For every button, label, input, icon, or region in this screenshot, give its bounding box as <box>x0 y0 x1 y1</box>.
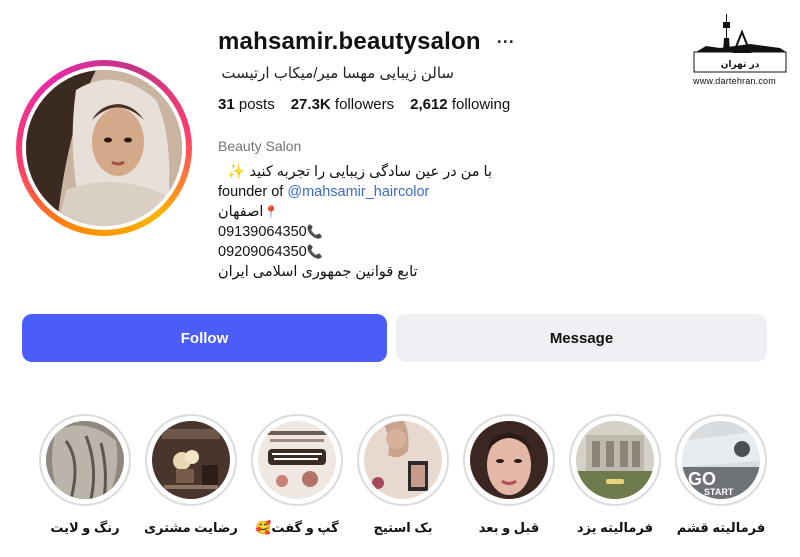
highlight-customer-satisfaction[interactable]: رضایت مشتری <box>143 414 239 536</box>
posts-count: 31 <box>218 96 235 113</box>
following-stat[interactable]: 2,612 following <box>410 96 510 113</box>
posts-label: posts <box>238 96 275 113</box>
bio-city: اصفهان <box>218 204 264 220</box>
bio-founder-text: founder of <box>218 184 284 200</box>
svg-text:GO: GO <box>688 469 716 489</box>
profile-full-name: سالن زیبایی مهسا میر/میکاب ارتیست <box>221 65 454 82</box>
highlight-ring <box>145 414 237 506</box>
highlight-cover <box>576 421 654 499</box>
highlight-cover <box>152 421 230 499</box>
highlight-cover <box>364 421 442 499</box>
followers-label: followers <box>334 96 395 113</box>
message-button[interactable]: Message <box>396 314 767 362</box>
highlight-formal-yazd[interactable]: فرمالیته یزد <box>567 414 663 536</box>
mention-link[interactable]: @mahsamir_haircolor <box>287 184 429 200</box>
avatar[interactable] <box>26 70 182 226</box>
highlight-ring <box>251 414 343 506</box>
username-row: mahsamir.beautysalon ··· <box>218 28 515 56</box>
profile-avatar-ring[interactable] <box>16 60 192 236</box>
highlight-ring <box>357 414 449 506</box>
highlight-ring: GO START <box>675 414 767 506</box>
profile-bio: با من در عین سادگی زیبایی را تجربه کنید … <box>218 162 498 282</box>
phone-icon: 📞 <box>306 244 323 259</box>
logo-text: در تهران <box>721 60 760 70</box>
highlight-chat[interactable]: گپ و گفت🥰 <box>249 414 345 536</box>
highlight-cover <box>258 421 336 499</box>
highlight-label: فرمالیته یزد <box>576 520 654 535</box>
sparkles-icon: ✨ <box>227 164 246 180</box>
highlight-ring <box>463 414 555 506</box>
location-pin-icon: 📍 <box>263 205 279 219</box>
avatar-frame <box>22 66 186 230</box>
bio-line-6: تابع قوانین جمهوری اسلامی ایران <box>218 262 498 282</box>
bio-phone-2: 09209064350 <box>218 244 307 260</box>
highlight-label: رضایت مشتری <box>144 520 238 535</box>
phone-icon: 📞 <box>306 224 323 239</box>
followers-count: 27.3K <box>290 96 331 113</box>
followers-stat[interactable]: 27.3K followers <box>291 96 394 113</box>
profile-stats: 31 posts 27.3K followers 2,612 following <box>218 96 510 113</box>
following-count: 2,612 <box>410 96 448 113</box>
bio-line-1: با من در عین سادگی زیبایی را تجربه کنید … <box>218 162 492 182</box>
bio-legal-note: تابع قوانین جمهوری اسلامی ایران <box>218 264 418 280</box>
highlight-backstage[interactable]: بک استیج <box>355 414 451 536</box>
highlight-before-after[interactable]: قبل و بعد <box>461 414 557 536</box>
highlight-ring <box>569 414 661 506</box>
highlight-cover: GO START <box>682 421 760 499</box>
bio-line-2: founder of @mahsamir_haircolor <box>218 182 498 202</box>
highlight-cover <box>46 421 124 499</box>
bio-phone-1: 09139064350 <box>218 224 307 240</box>
highlight-label: رنگ و لایت <box>50 520 120 535</box>
highlight-ring <box>39 414 131 506</box>
highlight-formal-qeshm[interactable]: GO START فرمالیته قشم <box>673 414 769 536</box>
bio-line-5: 09209064350📞 <box>218 242 498 262</box>
bio-line-3: اصفهان📍 <box>218 202 498 222</box>
profile-category: Beauty Salon <box>218 138 302 154</box>
highlight-hair-color[interactable]: رنگ و لایت <box>37 414 133 536</box>
following-label: following <box>451 96 511 113</box>
avatar-photo-illustration <box>26 70 182 226</box>
highlight-label: قبل و بعد <box>478 520 540 535</box>
bio-line-4: 09139064350📞 <box>218 222 498 242</box>
highlight-label: گپ و گفت🥰 <box>255 520 339 535</box>
follow-button[interactable]: Follow <box>22 314 387 362</box>
posts-stat[interactable]: 31 posts <box>218 96 275 113</box>
watermark-url: www.dartehran.com <box>693 76 776 86</box>
highlight-label: بک استیج <box>373 520 433 535</box>
bio-line-1-text: با من در عین سادگی زیبایی را تجربه کنید <box>249 164 492 180</box>
svg-text:START: START <box>704 487 734 497</box>
more-options-icon[interactable]: ··· <box>497 32 515 53</box>
highlight-label: فرمالیته قشم <box>676 520 766 535</box>
profile-username: mahsamir.beautysalon <box>218 28 481 55</box>
highlight-cover <box>470 421 548 499</box>
